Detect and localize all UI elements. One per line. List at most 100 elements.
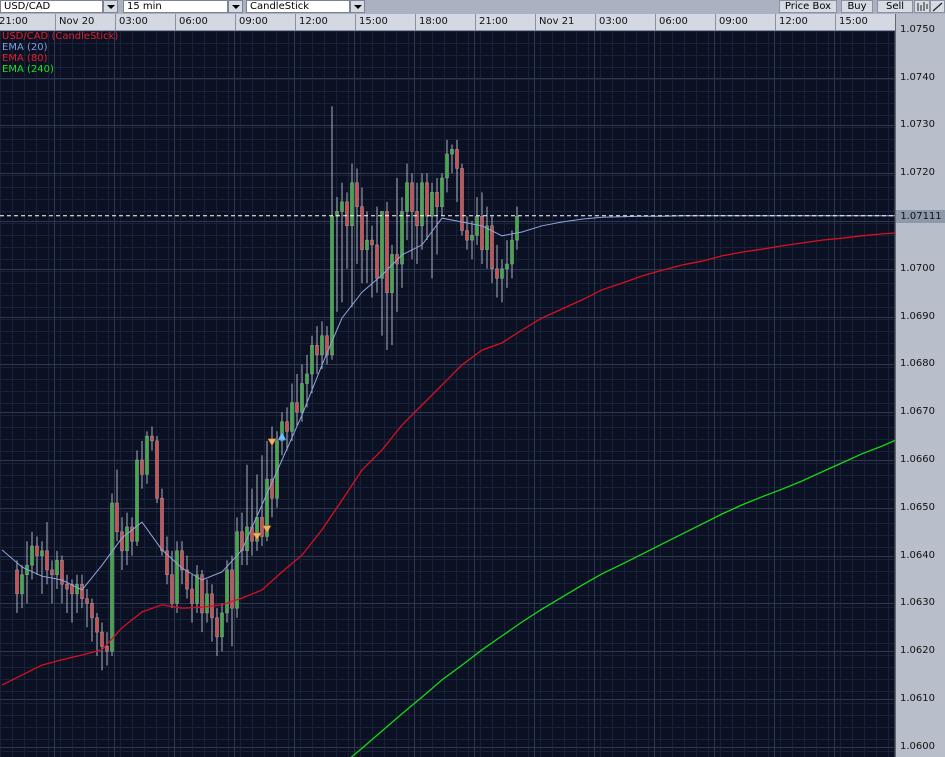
bullish-candle bbox=[450, 149, 454, 155]
bullish-candle bbox=[20, 574, 24, 595]
price-axis-label: 1.0610 bbox=[900, 693, 935, 704]
bearish-candle bbox=[90, 603, 94, 618]
bullish-candle bbox=[235, 531, 239, 609]
time-axis-label: 15:00 bbox=[355, 14, 388, 30]
bearish-candle bbox=[100, 631, 104, 647]
bearish-candle bbox=[315, 345, 319, 356]
bullish-candle bbox=[300, 383, 304, 413]
bullish-candle bbox=[40, 550, 44, 556]
bearish-candle bbox=[185, 569, 189, 590]
bullish-candle bbox=[515, 215, 519, 241]
bullish-candle bbox=[220, 612, 224, 638]
bearish-candle bbox=[85, 598, 89, 604]
bearish-candle bbox=[370, 239, 374, 246]
bearish-candle bbox=[15, 569, 19, 595]
bullish-candle bbox=[320, 335, 324, 356]
bullish-candle bbox=[470, 235, 474, 241]
chevron-down-icon[interactable] bbox=[228, 0, 243, 13]
bullish-candle bbox=[340, 201, 344, 212]
bearish-candle bbox=[415, 211, 419, 227]
interval-dropdown[interactable]: 15 min bbox=[123, 0, 243, 13]
price-axis-label: 1.0740 bbox=[900, 71, 935, 83]
bullish-candle bbox=[225, 569, 229, 614]
bullish-candle bbox=[75, 584, 79, 595]
buy-button[interactable]: Buy bbox=[841, 0, 873, 13]
time-axis-label: Nov 21 bbox=[535, 14, 574, 30]
bearish-candle bbox=[120, 531, 124, 552]
current-price-label: 1.07111 bbox=[896, 209, 945, 223]
time-axis-label: 09:00 bbox=[235, 14, 268, 30]
bullish-candle bbox=[390, 254, 394, 293]
time-axis-label: 03:00 bbox=[595, 14, 628, 30]
legend-item: USD/CAD (CandleStick) bbox=[2, 31, 119, 42]
legend-item: EMA (80) bbox=[2, 53, 48, 64]
time-axis-label: 18:00 bbox=[415, 14, 448, 30]
chevron-down-icon[interactable] bbox=[350, 0, 365, 13]
bullish-candle bbox=[55, 560, 59, 575]
bearish-candle bbox=[45, 550, 49, 571]
bar-chart-icon[interactable] bbox=[914, 0, 930, 13]
price-axis-label: 1.0660 bbox=[900, 454, 935, 465]
bearish-candle bbox=[435, 192, 439, 207]
ema-80-line bbox=[1, 232, 895, 686]
price-axis[interactable]: 1.0600 1.0610 1.0620 1.0630 1.0640 1.0650 1.06… bbox=[895, 14, 945, 757]
price-box-button[interactable]: Price Box bbox=[779, 0, 837, 13]
bearish-candle bbox=[410, 182, 414, 212]
bullish-candle bbox=[505, 263, 509, 270]
chart-legend: USD/CAD (CandleStick) EMA (20) EMA (80) EMA… bbox=[2, 31, 118, 75]
bearish-candle bbox=[345, 201, 349, 227]
bullish-candle bbox=[350, 182, 354, 227]
symbol-dropdown[interactable]: USD/CAD bbox=[0, 0, 118, 13]
bearish-candle bbox=[170, 574, 174, 604]
bullish-candle bbox=[380, 211, 384, 279]
bearish-candle bbox=[375, 244, 379, 279]
bearish-candle bbox=[215, 617, 219, 638]
chart-type-value: CandleStick bbox=[250, 1, 310, 12]
bearish-candle bbox=[360, 206, 364, 250]
bullish-candle bbox=[135, 459, 139, 542]
price-axis-label: 1.0700 bbox=[900, 262, 935, 274]
chart-type-dropdown[interactable]: CandleStick bbox=[246, 0, 365, 13]
price-axis-label: 1.0640 bbox=[900, 549, 935, 561]
bullish-candle bbox=[175, 550, 179, 604]
time-axis-label: 06:00 bbox=[655, 14, 688, 30]
chevron-down-icon[interactable] bbox=[103, 0, 118, 13]
candlestick-chart[interactable] bbox=[0, 31, 895, 757]
bearish-candle bbox=[465, 230, 469, 241]
price-axis-label: 1.0600 bbox=[900, 740, 935, 752]
price-axis-label: 1.0670 bbox=[900, 406, 935, 418]
bearish-candle bbox=[425, 182, 429, 217]
time-axis: 21:00 Nov 20 03:00 06:00 09:00 12:00 15:00 18:0… bbox=[0, 14, 895, 31]
bearish-candle bbox=[295, 402, 299, 413]
sell-marker-icon bbox=[252, 532, 262, 541]
buy-marker-icon bbox=[277, 431, 287, 441]
bullish-candle bbox=[405, 182, 409, 212]
draw-line-icon[interactable] bbox=[930, 0, 945, 13]
price-axis-label: 1.0630 bbox=[900, 597, 935, 609]
sell-marker-icon bbox=[267, 438, 277, 447]
legend-item: EMA (20) bbox=[2, 42, 48, 53]
bearish-candle bbox=[355, 182, 359, 207]
bearish-candle bbox=[80, 584, 84, 599]
bearish-candle bbox=[160, 497, 164, 552]
bearish-candle bbox=[480, 215, 484, 250]
bullish-candle bbox=[125, 526, 129, 552]
symbol-value: USD/CAD bbox=[4, 1, 51, 12]
bearish-candle bbox=[260, 517, 264, 537]
bullish-candle bbox=[510, 239, 514, 265]
bearish-candle bbox=[35, 545, 39, 556]
bullish-candle bbox=[145, 435, 149, 475]
price-axis-label: 1.0690 bbox=[900, 310, 935, 322]
bullish-candle bbox=[330, 215, 334, 356]
bullish-candle bbox=[430, 192, 434, 217]
bearish-candle bbox=[285, 421, 289, 432]
bearish-candle bbox=[155, 440, 159, 499]
bearish-candle bbox=[140, 459, 144, 475]
sell-button[interactable]: Sell bbox=[877, 0, 913, 13]
bullish-candle bbox=[440, 177, 444, 207]
bullish-candle bbox=[290, 402, 294, 432]
time-axis-label: 03:00 bbox=[115, 14, 148, 30]
bearish-candle bbox=[105, 646, 109, 652]
toolbar: USD/CAD 15 min CandleStick Price Box Buy… bbox=[0, 0, 945, 14]
price-axis-label: 1.0650 bbox=[900, 501, 935, 513]
